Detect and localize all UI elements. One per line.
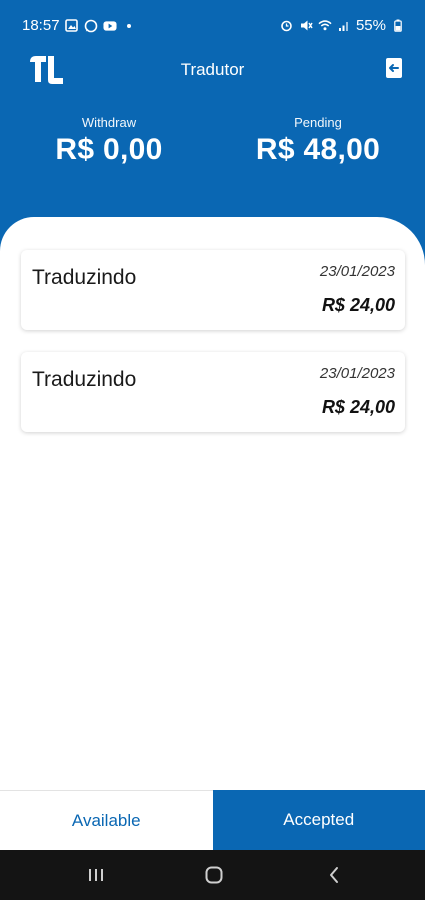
- withdraw-balance: Withdraw R$ 0,00: [3, 115, 215, 167]
- status-time: 18:57: [22, 17, 60, 34]
- app-bar: Tradutor: [0, 50, 425, 90]
- battery-percent: 55%: [355, 17, 386, 34]
- job-date: 23/01/2023: [319, 263, 395, 280]
- alarm-icon: [280, 19, 294, 33]
- job-status: Traduzindo: [32, 266, 137, 289]
- pending-label: Pending: [294, 115, 342, 130]
- job-amount: R$ 24,00: [321, 295, 395, 315]
- job-status: Traduzindo: [32, 368, 137, 391]
- wifi-icon: [318, 19, 332, 33]
- system-nav-bar: [0, 850, 425, 900]
- job-card[interactable]: Traduzindo 23/01/2023 R$ 24,00: [21, 250, 405, 330]
- status-bar: 18:57 55%: [0, 0, 425, 50]
- page-title: Tradutor: [180, 60, 245, 79]
- withdraw-label: Withdraw: [81, 115, 137, 130]
- recents-icon[interactable]: [85, 864, 107, 886]
- tab-available[interactable]: Available: [0, 790, 213, 850]
- mute-icon: [299, 19, 313, 33]
- pending-value: R$ 48,00: [255, 133, 381, 166]
- logout-icon[interactable]: [385, 57, 403, 79]
- status-left: 18:57: [22, 17, 136, 34]
- youtube-notification-icon: [103, 19, 117, 33]
- job-amount: R$ 24,00: [321, 397, 395, 417]
- status-right: 55%: [280, 17, 405, 34]
- battery-icon: [391, 19, 405, 33]
- bottom-tabs: Available Accepted: [0, 790, 425, 850]
- job-list: Traduzindo 23/01/2023 R$ 24,00 Traduzind…: [0, 217, 425, 790]
- pending-balance: Pending R$ 48,00: [212, 115, 424, 167]
- whatsapp-notification-icon: [84, 19, 98, 33]
- job-date: 23/01/2023: [319, 365, 395, 382]
- home-icon[interactable]: [203, 864, 225, 886]
- signal-icon: [337, 19, 351, 33]
- gallery-notification-icon: [65, 19, 79, 33]
- tab-accepted[interactable]: Accepted: [212, 790, 425, 850]
- withdraw-value: R$ 0,00: [55, 133, 163, 166]
- back-icon[interactable]: [323, 864, 345, 886]
- more-notifications-dot-icon: [122, 19, 136, 33]
- job-card[interactable]: Traduzindo 23/01/2023 R$ 24,00: [21, 352, 405, 432]
